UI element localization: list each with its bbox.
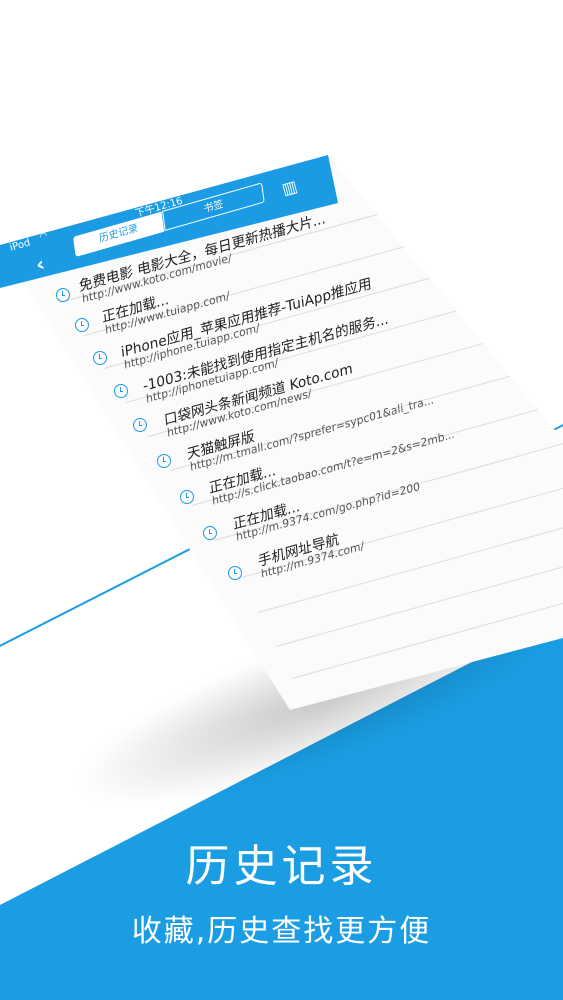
clock-icon — [203, 526, 217, 540]
clock-icon — [133, 418, 147, 432]
caption-subtitle: 收藏,历史查找更方便 — [131, 914, 432, 949]
clock-icon — [157, 454, 171, 468]
caption-title: 历史记录 — [185, 841, 378, 892]
clock-icon — [56, 288, 70, 302]
clock-icon — [228, 566, 242, 580]
tab-bookmarks-label: 书签 — [203, 198, 224, 216]
clock-icon — [75, 318, 89, 332]
clock-icon — [93, 351, 107, 365]
clock-icon — [114, 384, 128, 398]
clock-icon — [180, 490, 194, 504]
